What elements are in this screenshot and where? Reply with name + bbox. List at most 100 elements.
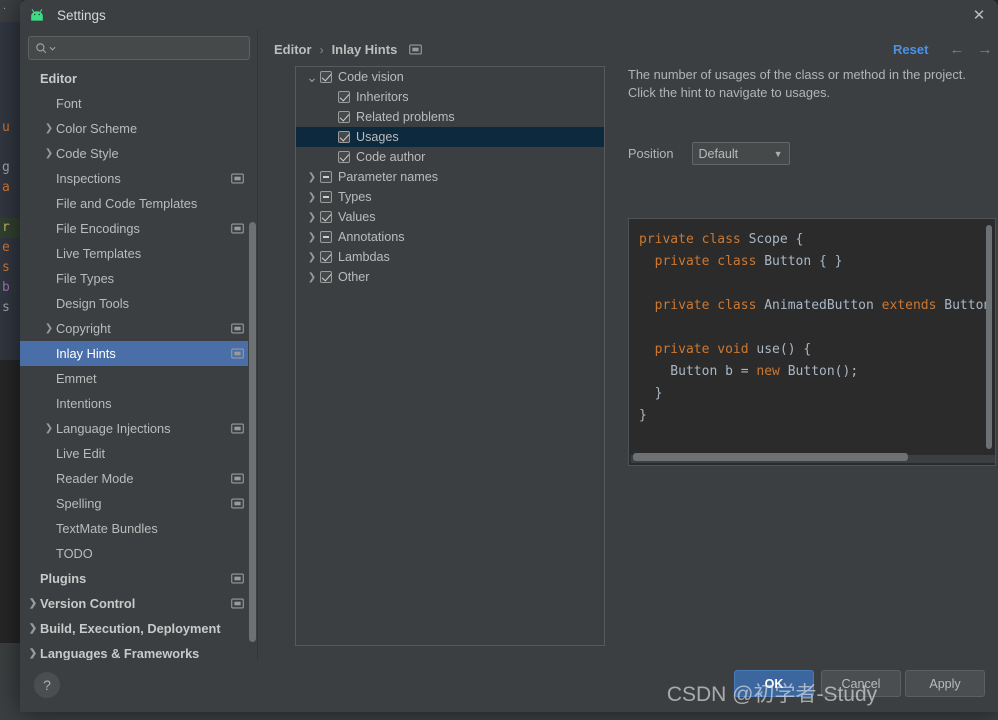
code-identifier: AnimatedButton — [764, 298, 882, 313]
code-horizontal-scrollbar-track[interactable] — [631, 453, 995, 463]
scope-indicator-icon[interactable] — [231, 323, 244, 334]
code-identifier: Button b = — [639, 364, 757, 379]
sidebar-item-list[interactable]: Editor Font ❯ Color Scheme ❯ Code Style Inspec… — [20, 66, 258, 660]
sidebar-item-version-control[interactable]: ❯ Version Control — [20, 591, 258, 616]
hint-tree-row-code-vision[interactable]: ⌄ Code vision — [296, 67, 604, 87]
sidebar-item-code-style[interactable]: ❯ Code Style — [20, 141, 258, 166]
inlay-hints-tree[interactable]: ⌄ Code vision Inheritors Related problems Us… — [295, 66, 605, 646]
checkbox-indeterminate[interactable] — [320, 171, 332, 183]
scope-indicator-icon[interactable] — [231, 223, 244, 234]
hint-tree-row-label: Usages — [356, 130, 399, 144]
code-identifier: Scope { — [748, 232, 804, 247]
sidebar-item-inspections[interactable]: Inspections — [20, 166, 258, 191]
arrow-left-icon[interactable]: ← — [948, 41, 966, 59]
scope-indicator-icon[interactable] — [231, 473, 244, 484]
hint-tree-row-inheritors[interactable]: Inheritors — [296, 87, 604, 107]
sidebar-item-intentions[interactable]: Intentions — [20, 391, 258, 416]
ok-button[interactable]: OK — [734, 670, 814, 697]
sidebar-item-color-scheme[interactable]: ❯ Color Scheme — [20, 116, 258, 141]
hint-tree-row-related-problems[interactable]: Related problems — [296, 107, 604, 127]
scope-indicator-icon[interactable] — [231, 498, 244, 509]
chevron-right-icon[interactable]: ❯ — [42, 123, 56, 134]
code-identifier: Button — [944, 298, 992, 313]
checkbox-checked[interactable] — [338, 151, 350, 163]
checkbox-checked[interactable] — [320, 211, 332, 223]
code-identifier: use() { — [756, 342, 812, 357]
chevron-down-icon[interactable]: ⌄ — [304, 70, 320, 84]
chevron-right-icon[interactable]: ❯ — [304, 192, 320, 203]
breadcrumb-root[interactable]: Editor — [274, 42, 312, 57]
cancel-button[interactable]: Cancel — [821, 670, 901, 697]
sidebar-item-label: Inspections — [56, 171, 121, 186]
chevron-right-icon[interactable]: ❯ — [26, 623, 40, 634]
sidebar-item-reader-mode[interactable]: Reader Mode — [20, 466, 258, 491]
position-select[interactable]: Default ▼ — [691, 142, 790, 165]
chevron-right-icon[interactable]: ❯ — [304, 232, 320, 243]
scope-indicator-icon[interactable] — [231, 573, 244, 584]
scope-indicator-icon[interactable] — [231, 598, 244, 609]
search-box[interactable] — [28, 36, 250, 60]
chevron-right-icon[interactable]: ❯ — [304, 252, 320, 263]
sidebar-item-live-templates[interactable]: Live Templates — [20, 241, 258, 266]
checkbox-checked[interactable] — [338, 111, 350, 123]
chevron-right-icon[interactable]: ❯ — [304, 272, 320, 283]
sidebar-item-label: File Encodings — [56, 221, 140, 236]
scope-indicator-icon[interactable] — [231, 423, 244, 434]
code-vertical-scrollbar[interactable] — [986, 225, 992, 449]
chevron-right-icon[interactable]: ❯ — [42, 423, 56, 434]
sidebar-item-design-tools[interactable]: Design Tools — [20, 291, 258, 316]
chevron-right-icon[interactable]: ❯ — [304, 212, 320, 223]
close-icon[interactable]: ✕ — [966, 3, 992, 27]
sidebar-item-language-injections[interactable]: ❯ Language Injections — [20, 416, 258, 441]
help-icon[interactable]: ? — [34, 672, 60, 698]
scope-indicator-icon[interactable] — [231, 348, 244, 359]
sidebar-item-spelling[interactable]: Spelling — [20, 491, 258, 516]
editor-tab-strip: . — [0, 0, 22, 22]
scope-indicator-icon[interactable] — [409, 44, 423, 55]
checkbox-checked[interactable] — [320, 271, 332, 283]
arrow-right-icon[interactable]: → — [976, 41, 994, 59]
checkbox-checked[interactable] — [338, 91, 350, 103]
hint-tree-row-lambdas[interactable]: ❯ Lambdas — [296, 247, 604, 267]
sidebar-item-file-types[interactable]: File Types — [20, 266, 258, 291]
hint-tree-row-annotations[interactable]: ❯ Annotations — [296, 227, 604, 247]
sidebar-item-file-encodings[interactable]: File Encodings — [20, 216, 258, 241]
sidebar-item-languages-frameworks[interactable]: ❯ Languages & Frameworks — [20, 641, 258, 660]
sidebar-item-copyright[interactable]: ❯ Copyright — [20, 316, 258, 341]
sidebar-item-plugins[interactable]: Plugins — [20, 566, 258, 591]
sidebar-item-live-edit[interactable]: Live Edit — [20, 441, 258, 466]
search-input[interactable] — [60, 41, 243, 55]
sidebar-item-todo[interactable]: TODO — [20, 541, 258, 566]
sidebar-scrollbar-thumb[interactable] — [249, 222, 256, 642]
hint-tree-row-code-author[interactable]: Code author — [296, 147, 604, 167]
chevron-right-icon[interactable]: ❯ — [42, 323, 56, 334]
checkbox-checked[interactable] — [320, 71, 332, 83]
hint-tree-row-usages[interactable]: Usages — [296, 127, 604, 147]
scope-indicator-icon[interactable] — [231, 173, 244, 184]
chevron-right-icon[interactable]: ❯ — [304, 172, 320, 183]
chevron-right-icon[interactable]: ❯ — [26, 648, 40, 659]
sidebar-item-build-execution-deployment[interactable]: ❯ Build, Execution, Deployment — [20, 616, 258, 641]
hint-tree-row-parameter-names[interactable]: ❯ Parameter names — [296, 167, 604, 187]
chevron-right-icon[interactable]: ❯ — [26, 598, 40, 609]
checkbox-indeterminate[interactable] — [320, 191, 332, 203]
checkbox-checked[interactable] — [320, 251, 332, 263]
chevron-right-icon[interactable]: ❯ — [42, 148, 56, 159]
hint-tree-row-other[interactable]: ❯ Other — [296, 267, 604, 287]
sidebar-item-label: Color Scheme — [56, 121, 138, 136]
sidebar-item-emmet[interactable]: Emmet — [20, 366, 258, 391]
sidebar-item-file-and-code-templates[interactable]: File and Code Templates — [20, 191, 258, 216]
position-row: Position Default ▼ — [628, 142, 790, 165]
checkbox-indeterminate[interactable] — [320, 231, 332, 243]
sidebar-item-font[interactable]: Font — [20, 91, 258, 116]
checkbox-checked[interactable] — [338, 131, 350, 143]
sidebar-item-inlay-hints[interactable]: Inlay Hints — [20, 341, 258, 366]
apply-button[interactable]: Apply — [905, 670, 985, 697]
sidebar-item-textmate-bundles[interactable]: TextMate Bundles — [20, 516, 258, 541]
reset-button[interactable]: Reset — [893, 42, 928, 57]
sidebar-item-editor[interactable]: Editor — [20, 66, 258, 91]
hint-tree-row-types[interactable]: ❯ Types — [296, 187, 604, 207]
code-horizontal-scrollbar-thumb[interactable] — [633, 453, 908, 461]
chevron-down-icon[interactable] — [49, 45, 56, 52]
hint-tree-row-values[interactable]: ❯ Values — [296, 207, 604, 227]
